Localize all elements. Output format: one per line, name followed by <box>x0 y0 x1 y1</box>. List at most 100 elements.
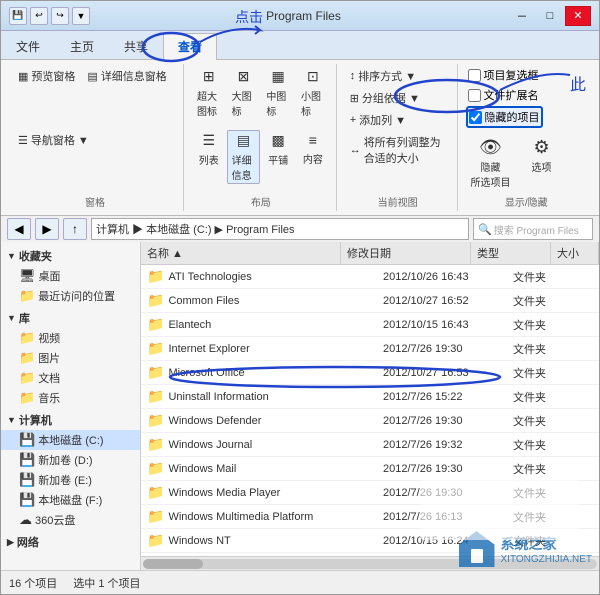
extension-checkbox-toggle[interactable]: 文件扩展名 <box>466 86 543 104</box>
showhide-content: 项目复选框 文件扩展名 隐藏的项目 <box>466 66 587 192</box>
sidebar-item-e-drive[interactable]: 💾新加卷 (E:) <box>1 470 140 490</box>
redo-quick-btn[interactable]: ↪ <box>51 7 69 25</box>
list-btn[interactable]: ☰列表 <box>192 130 226 169</box>
f-drive-icon: 💾 <box>19 492 35 508</box>
e-drive-icon: 💾 <box>19 472 35 488</box>
file-row-mediaplayer[interactable]: 📁 Windows Media Player 2012/7/26 19:30 文… <box>141 481 599 505</box>
col-size[interactable]: 大小 <box>551 242 599 264</box>
search-input[interactable]: 🔍 搜索 Program Files <box>473 218 593 240</box>
showhide-label: 显示/隐藏 <box>466 192 587 209</box>
tile-btn[interactable]: ▩平铺 <box>261 130 295 169</box>
tab-file[interactable]: 文件 <box>1 33 55 59</box>
computer-arrow: ▼ <box>7 415 16 425</box>
up-button[interactable]: ↑ <box>63 218 87 240</box>
file-list: 📁 ATI Technologies 2012/10/26 16:43 文件夹 … <box>141 265 599 556</box>
xlarge-icon-btn[interactable]: ⊞超大图标 <box>192 66 226 120</box>
layout-group-content: ⊞超大图标 ⊠大图标 ▦中图标 ⊡小图标 ☰列表 <box>192 66 330 192</box>
group-icon: ⊞ <box>350 92 359 105</box>
item-checkbox-input[interactable] <box>468 69 481 82</box>
large-icon-btn[interactable]: ⊠大图标 <box>227 66 261 120</box>
item-checkbox-toggle[interactable]: 项目复选框 <box>466 66 543 84</box>
favorites-header[interactable]: ▼ 收藏夹 <box>1 246 140 266</box>
small-icon-btn[interactable]: ⊡小图标 <box>296 66 330 120</box>
hide-buttons-group: 👁 隐藏 所选项目 <box>466 132 516 192</box>
ribbon-group-currentview: ↕排序方式 ▼ ⊞分组依据 ▼ +添加列 ▼ ↔将所有列调整为合适的大小 当前视… <box>339 64 458 211</box>
file-row-ati[interactable]: 📁 ATI Technologies 2012/10/26 16:43 文件夹 <box>141 265 599 289</box>
details-btn[interactable]: ▤详细信息 <box>227 130 261 184</box>
undo-quick-btn[interactable]: ↩ <box>30 7 48 25</box>
sidebar-item-desktop[interactable]: 🖥桌面 <box>1 266 140 286</box>
ribbon: 文件 主页 共享 查看 ▦ 预览窗格 ▤ 详细信息窗格 <box>1 31 599 216</box>
folder-icon-journal: 📁 <box>147 436 164 453</box>
video-icon: 📁 <box>19 330 35 346</box>
recent-icon: 📁 <box>19 288 35 304</box>
sidebar-item-d-drive[interactable]: 💾新加卷 (D:) <box>1 450 140 470</box>
hidden-items-checkbox-input[interactable] <box>469 111 482 124</box>
file-row-common[interactable]: 📁 Common Files 2012/10/27 16:52 文件夹 <box>141 289 599 313</box>
file-row-msoffice[interactable]: 📁 Microsoft Office 2012/10/27 16:53 文件夹 <box>141 361 599 385</box>
medium-icon-btn[interactable]: ▦中图标 <box>261 66 295 120</box>
library-header[interactable]: ▼ 库 <box>1 308 140 328</box>
sort-btn[interactable]: ↕排序方式 ▼ <box>345 66 421 86</box>
content-btn[interactable]: ≡内容 <box>296 130 330 168</box>
close-button[interactable]: ✕ <box>565 6 591 26</box>
nav-pane-btn[interactable]: ☰ 导航窗格 ▼ <box>13 130 94 150</box>
forward-button[interactable]: ▶ <box>35 218 59 240</box>
explorer-window: 💾 ↩ ↪ ▼ Program Files － □ ✕ 文件 主页 共享 查看 <box>0 0 600 595</box>
file-row-elantech[interactable]: 📁 Elantech 2012/10/15 16:43 文件夹 <box>141 313 599 337</box>
tab-share[interactable]: 共享 <box>109 33 163 59</box>
col-name[interactable]: 名称 ▲ <box>141 242 341 264</box>
options-group: ⚙ 选项 <box>520 132 564 177</box>
dropdown-quick-btn[interactable]: ▼ <box>72 7 90 25</box>
detail-pane-btn[interactable]: ▤ 详细信息窗格 <box>82 66 171 86</box>
sidebar-item-pictures[interactable]: 📁图片 <box>1 348 140 368</box>
sidebar-section-favorites: ▼ 收藏夹 🖥桌面 📁最近访问的位置 <box>1 246 140 306</box>
file-row-ie[interactable]: 📁 Internet Explorer 2012/7/26 19:30 文件夹 <box>141 337 599 361</box>
group-btn[interactable]: ⊞分组依据 ▼ <box>345 88 425 108</box>
pane-group-label: 窗格 <box>13 192 177 209</box>
file-row-defender[interactable]: 📁 Windows Defender 2012/7/26 19:30 文件夹 <box>141 409 599 433</box>
folder-icon-defender: 📁 <box>147 412 164 429</box>
sidebar-item-docs[interactable]: 📁文档 <box>1 368 140 388</box>
options-btn[interactable]: ⚙ 选项 <box>520 132 564 177</box>
file-list-header: 名称 ▲ 修改日期 类型 大小 <box>141 242 599 265</box>
file-row-uninstall[interactable]: 📁 Uninstall Information 2012/7/26 15:22 … <box>141 385 599 409</box>
network-arrow: ▶ <box>7 537 14 548</box>
address-input[interactable]: 计算机 ▶ 本地磁盘 (C:) ▶ Program Files <box>91 218 469 240</box>
tab-view[interactable]: 查看 <box>163 33 217 60</box>
fitcol-icon: ↔ <box>350 144 361 156</box>
col-type[interactable]: 类型 <box>471 242 551 264</box>
tab-home[interactable]: 主页 <box>55 33 109 59</box>
folder-icon-uninstall: 📁 <box>147 388 164 405</box>
sidebar-item-f-drive[interactable]: 💾本地磁盘 (F:) <box>1 490 140 510</box>
c-drive-icon: 💾 <box>19 432 35 448</box>
hscroll-thumb[interactable] <box>143 559 203 569</box>
computer-header[interactable]: ▼ 计算机 <box>1 410 140 430</box>
addcol-btn[interactable]: +添加列 ▼ <box>345 110 411 130</box>
sidebar-section-computer: ▼ 计算机 💾本地磁盘 (C:) 💾新加卷 (D:) 💾新加卷 (E:) 💾本地… <box>1 410 140 530</box>
file-row-journal[interactable]: 📁 Windows Journal 2012/7/26 19:32 文件夹 <box>141 433 599 457</box>
save-quick-btn[interactable]: 💾 <box>9 7 27 25</box>
fitcol-btn[interactable]: ↔将所有列调整为合适的大小 <box>345 132 451 168</box>
sidebar-item-c-drive[interactable]: 💾本地磁盘 (C:) <box>1 430 140 450</box>
hide-selected-btn[interactable]: 👁 隐藏 所选项目 <box>466 132 516 192</box>
back-button[interactable]: ◀ <box>7 218 31 240</box>
minimize-button[interactable]: － <box>509 6 535 26</box>
file-row-multimedia[interactable]: 📁 Windows Multimedia Platform 2012/7/26 … <box>141 505 599 529</box>
main-area: ▼ 收藏夹 🖥桌面 📁最近访问的位置 ▼ 库 <box>1 242 599 570</box>
folder-icon-nt: 📁 <box>147 532 164 549</box>
hidden-items-checkbox-toggle[interactable]: 隐藏的项目 <box>466 106 543 128</box>
file-row-mail[interactable]: 📁 Windows Mail 2012/7/26 19:30 文件夹 <box>141 457 599 481</box>
col-date[interactable]: 修改日期 <box>341 242 471 264</box>
sidebar-item-recent[interactable]: 📁最近访问的位置 <box>1 286 140 306</box>
maximize-button[interactable]: □ <box>537 6 563 26</box>
window-controls: － □ ✕ <box>509 6 591 26</box>
extension-checkbox-input[interactable] <box>468 89 481 102</box>
checkbox-group: 项目复选框 文件扩展名 隐藏的项目 <box>466 66 543 128</box>
preview-pane-btn[interactable]: ▦ 预览窗格 <box>13 66 80 86</box>
network-header[interactable]: ▶ 网络 <box>1 532 140 552</box>
folder-icon-ie: 📁 <box>147 340 164 357</box>
sidebar-item-music[interactable]: 📁音乐 <box>1 388 140 408</box>
sidebar-item-cloud[interactable]: ☁360云盘 <box>1 510 140 530</box>
sidebar-item-video[interactable]: 📁视频 <box>1 328 140 348</box>
